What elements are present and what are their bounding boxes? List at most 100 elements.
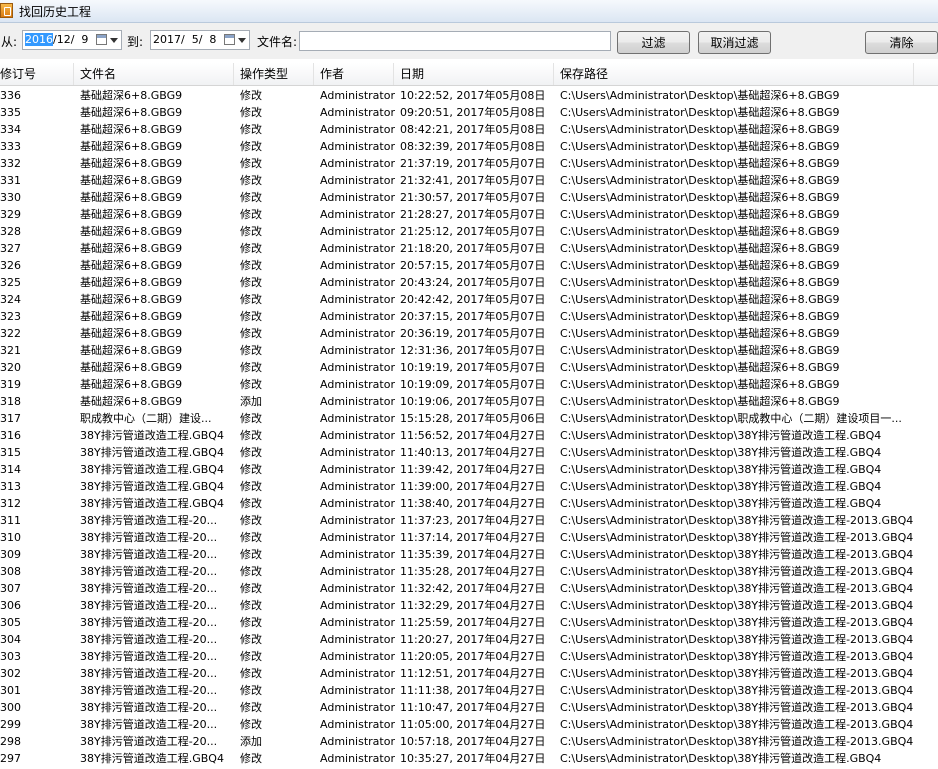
- column-header-date[interactable]: 日期: [394, 63, 554, 85]
- cell-author: Administrator: [320, 242, 395, 255]
- column-header-filename[interactable]: 文件名: [74, 63, 234, 85]
- cell-operation: 修改: [240, 191, 262, 204]
- table-row[interactable]: 298 38Y排污管道改造工程-20... 添加 Administrator 10:57…: [0, 733, 938, 750]
- cell-operation: 修改: [240, 293, 262, 306]
- table-row[interactable]: 331 基础超深6+8.GBG9 修改 Administrator 21:32:41, …: [0, 172, 938, 189]
- cell-author: Administrator: [320, 718, 395, 731]
- table-row[interactable]: 314 38Y排污管道改造工程.GBQ4 修改 Administrator 11:39:…: [0, 461, 938, 478]
- cell-revision: 329: [0, 208, 21, 221]
- table-row[interactable]: 301 38Y排污管道改造工程-20... 修改 Administrator 11:11…: [0, 682, 938, 699]
- cell-save-path: C:\Users\Administrator\Desktop\基础超深6+8.G…: [560, 191, 840, 204]
- cell-operation: 修改: [240, 752, 262, 765]
- cell-operation: 修改: [240, 429, 262, 442]
- filename-input[interactable]: [299, 31, 611, 51]
- table-row[interactable]: 330 基础超深6+8.GBG9 修改 Administrator 21:30:57, …: [0, 189, 938, 206]
- table-row[interactable]: 318 基础超深6+8.GBG9 添加 Administrator 10:19:06, …: [0, 393, 938, 410]
- chevron-down-icon[interactable]: [238, 38, 246, 43]
- cell-save-path: C:\Users\Administrator\Desktop\基础超深6+8.G…: [560, 123, 840, 136]
- cell-save-path: C:\Users\Administrator\Desktop\基础超深6+8.G…: [560, 395, 840, 408]
- table-row[interactable]: 328 基础超深6+8.GBG9 修改 Administrator 21:25:12, …: [0, 223, 938, 240]
- cell-revision: 332: [0, 157, 21, 170]
- cell-save-path: C:\Users\Administrator\Desktop\38Y排污管道改造…: [560, 684, 914, 697]
- cell-date: 10:19:19, 2017年05月07日: [400, 361, 546, 374]
- table-row[interactable]: 324 基础超深6+8.GBG9 修改 Administrator 20:42:42, …: [0, 291, 938, 308]
- cell-author: Administrator: [320, 276, 395, 289]
- clear-button[interactable]: 清除: [865, 31, 938, 54]
- cell-operation: 修改: [240, 259, 262, 272]
- cell-author: Administrator: [320, 293, 395, 306]
- table-row[interactable]: 334 基础超深6+8.GBG9 修改 Administrator 08:42:21, …: [0, 121, 938, 138]
- table-row[interactable]: 327 基础超深6+8.GBG9 修改 Administrator 21:18:20, …: [0, 240, 938, 257]
- table-row[interactable]: 335 基础超深6+8.GBG9 修改 Administrator 09:20:51, …: [0, 104, 938, 121]
- table-row[interactable]: 308 38Y排污管道改造工程-20... 修改 Administrator 11:35…: [0, 563, 938, 580]
- table-row[interactable]: 323 基础超深6+8.GBG9 修改 Administrator 20:37:15, …: [0, 308, 938, 325]
- table-row[interactable]: 319 基础超深6+8.GBG9 修改 Administrator 10:19:09, …: [0, 376, 938, 393]
- column-header-operation[interactable]: 操作类型: [234, 63, 314, 85]
- cell-author: Administrator: [320, 157, 395, 170]
- table-row[interactable]: 322 基础超深6+8.GBG9 修改 Administrator 20:36:19, …: [0, 325, 938, 342]
- calendar-icon[interactable]: [96, 34, 107, 45]
- cell-operation: 修改: [240, 446, 262, 459]
- column-header-save-path[interactable]: 保存路径: [554, 63, 914, 85]
- column-header-author[interactable]: 作者: [314, 63, 394, 85]
- cell-save-path: C:\Users\Administrator\Desktop\38Y排污管道改造…: [560, 446, 882, 459]
- filter-button[interactable]: 过滤: [617, 31, 690, 54]
- cell-filename: 38Y排污管道改造工程-20...: [80, 599, 218, 612]
- table-row[interactable]: 315 38Y排污管道改造工程.GBQ4 修改 Administrator 11:40:…: [0, 444, 938, 461]
- to-date-picker[interactable]: 2017/ 5/ 8: [150, 30, 250, 50]
- from-date-picker[interactable]: 2016/12/ 9: [22, 30, 122, 50]
- cell-revision: 315: [0, 446, 21, 459]
- table-row[interactable]: 300 38Y排污管道改造工程-20... 修改 Administrator 11:10…: [0, 699, 938, 716]
- cell-filename: 38Y排污管道改造工程-20...: [80, 548, 218, 561]
- table-row[interactable]: 310 38Y排污管道改造工程-20... 修改 Administrator 11:37…: [0, 529, 938, 546]
- table-row[interactable]: 297 38Y排污管道改造工程.GBQ4 修改 Administrator 10:35:…: [0, 750, 938, 767]
- table-row[interactable]: 333 基础超深6+8.GBG9 修改 Administrator 08:32:39, …: [0, 138, 938, 155]
- cell-save-path: C:\Users\Administrator\Desktop\职成教中心（二期）…: [560, 412, 902, 425]
- cell-save-path: C:\Users\Administrator\Desktop\基础超深6+8.G…: [560, 310, 840, 323]
- table-row[interactable]: 306 38Y排污管道改造工程-20... 修改 Administrator 11:32…: [0, 597, 938, 614]
- cancel-filter-button[interactable]: 取消过滤: [698, 31, 771, 54]
- cell-save-path: C:\Users\Administrator\Desktop\38Y排污管道改造…: [560, 667, 914, 680]
- table-row[interactable]: 313 38Y排污管道改造工程.GBQ4 修改 Administrator 11:39:…: [0, 478, 938, 495]
- from-year-selected[interactable]: 2016: [25, 33, 53, 46]
- cell-revision: 298: [0, 735, 21, 748]
- cell-save-path: C:\Users\Administrator\Desktop\38Y排污管道改造…: [560, 463, 882, 476]
- table-row[interactable]: 332 基础超深6+8.GBG9 修改 Administrator 21:37:19, …: [0, 155, 938, 172]
- table-row[interactable]: 299 38Y排污管道改造工程-20... 修改 Administrator 11:05…: [0, 716, 938, 733]
- table-row[interactable]: 325 基础超深6+8.GBG9 修改 Administrator 20:43:24, …: [0, 274, 938, 291]
- column-header-revision[interactable]: 修订号: [0, 63, 74, 85]
- table-row[interactable]: 312 38Y排污管道改造工程.GBQ4 修改 Administrator 11:38:…: [0, 495, 938, 512]
- cell-save-path: C:\Users\Administrator\Desktop\基础超深6+8.G…: [560, 106, 840, 119]
- table-row[interactable]: 302 38Y排污管道改造工程-20... 修改 Administrator 11:12…: [0, 665, 938, 682]
- cell-revision: 331: [0, 174, 21, 187]
- table-row[interactable]: 307 38Y排污管道改造工程-20... 修改 Administrator 11:32…: [0, 580, 938, 597]
- cell-revision: 312: [0, 497, 21, 510]
- cell-save-path: C:\Users\Administrator\Desktop\38Y排污管道改造…: [560, 599, 914, 612]
- table-row[interactable]: 329 基础超深6+8.GBG9 修改 Administrator 21:28:27, …: [0, 206, 938, 223]
- table-row[interactable]: 317 职成教中心（二期）建设... 修改 Administrator 15:15:28…: [0, 410, 938, 427]
- cell-author: Administrator: [320, 89, 395, 102]
- cell-revision: 326: [0, 259, 21, 272]
- cell-author: Administrator: [320, 633, 395, 646]
- cell-filename: 38Y排污管道改造工程-20...: [80, 735, 218, 748]
- table-row[interactable]: 320 基础超深6+8.GBG9 修改 Administrator 10:19:19, …: [0, 359, 938, 376]
- table-row[interactable]: 303 38Y排污管道改造工程-20... 修改 Administrator 11:20…: [0, 648, 938, 665]
- chevron-down-icon[interactable]: [110, 38, 118, 43]
- cell-revision: 304: [0, 633, 21, 646]
- cell-filename: 38Y排污管道改造工程.GBQ4: [80, 497, 224, 510]
- cell-filename: 38Y排污管道改造工程.GBQ4: [80, 446, 224, 459]
- cell-author: Administrator: [320, 378, 395, 391]
- table-row[interactable]: 326 基础超深6+8.GBG9 修改 Administrator 20:57:15, …: [0, 257, 938, 274]
- cell-date: 11:38:40, 2017年04月27日: [400, 497, 546, 510]
- table-row[interactable]: 305 38Y排污管道改造工程-20... 修改 Administrator 11:25…: [0, 614, 938, 631]
- table-row[interactable]: 336 基础超深6+8.GBG9 修改 Administrator 10:22:52, …: [0, 87, 938, 104]
- cell-filename: 38Y排污管道改造工程.GBQ4: [80, 480, 224, 493]
- table-row[interactable]: 321 基础超深6+8.GBG9 修改 Administrator 12:31:36, …: [0, 342, 938, 359]
- table-row[interactable]: 311 38Y排污管道改造工程-20... 修改 Administrator 11:37…: [0, 512, 938, 529]
- table-row[interactable]: 309 38Y排污管道改造工程-20... 修改 Administrator 11:35…: [0, 546, 938, 563]
- cell-operation: 修改: [240, 378, 262, 391]
- cell-filename: 38Y排污管道改造工程.GBQ4: [80, 429, 224, 442]
- table-row[interactable]: 304 38Y排污管道改造工程-20... 修改 Administrator 11:20…: [0, 631, 938, 648]
- calendar-icon[interactable]: [224, 34, 235, 45]
- table-row[interactable]: 316 38Y排污管道改造工程.GBQ4 修改 Administrator 11:56:…: [0, 427, 938, 444]
